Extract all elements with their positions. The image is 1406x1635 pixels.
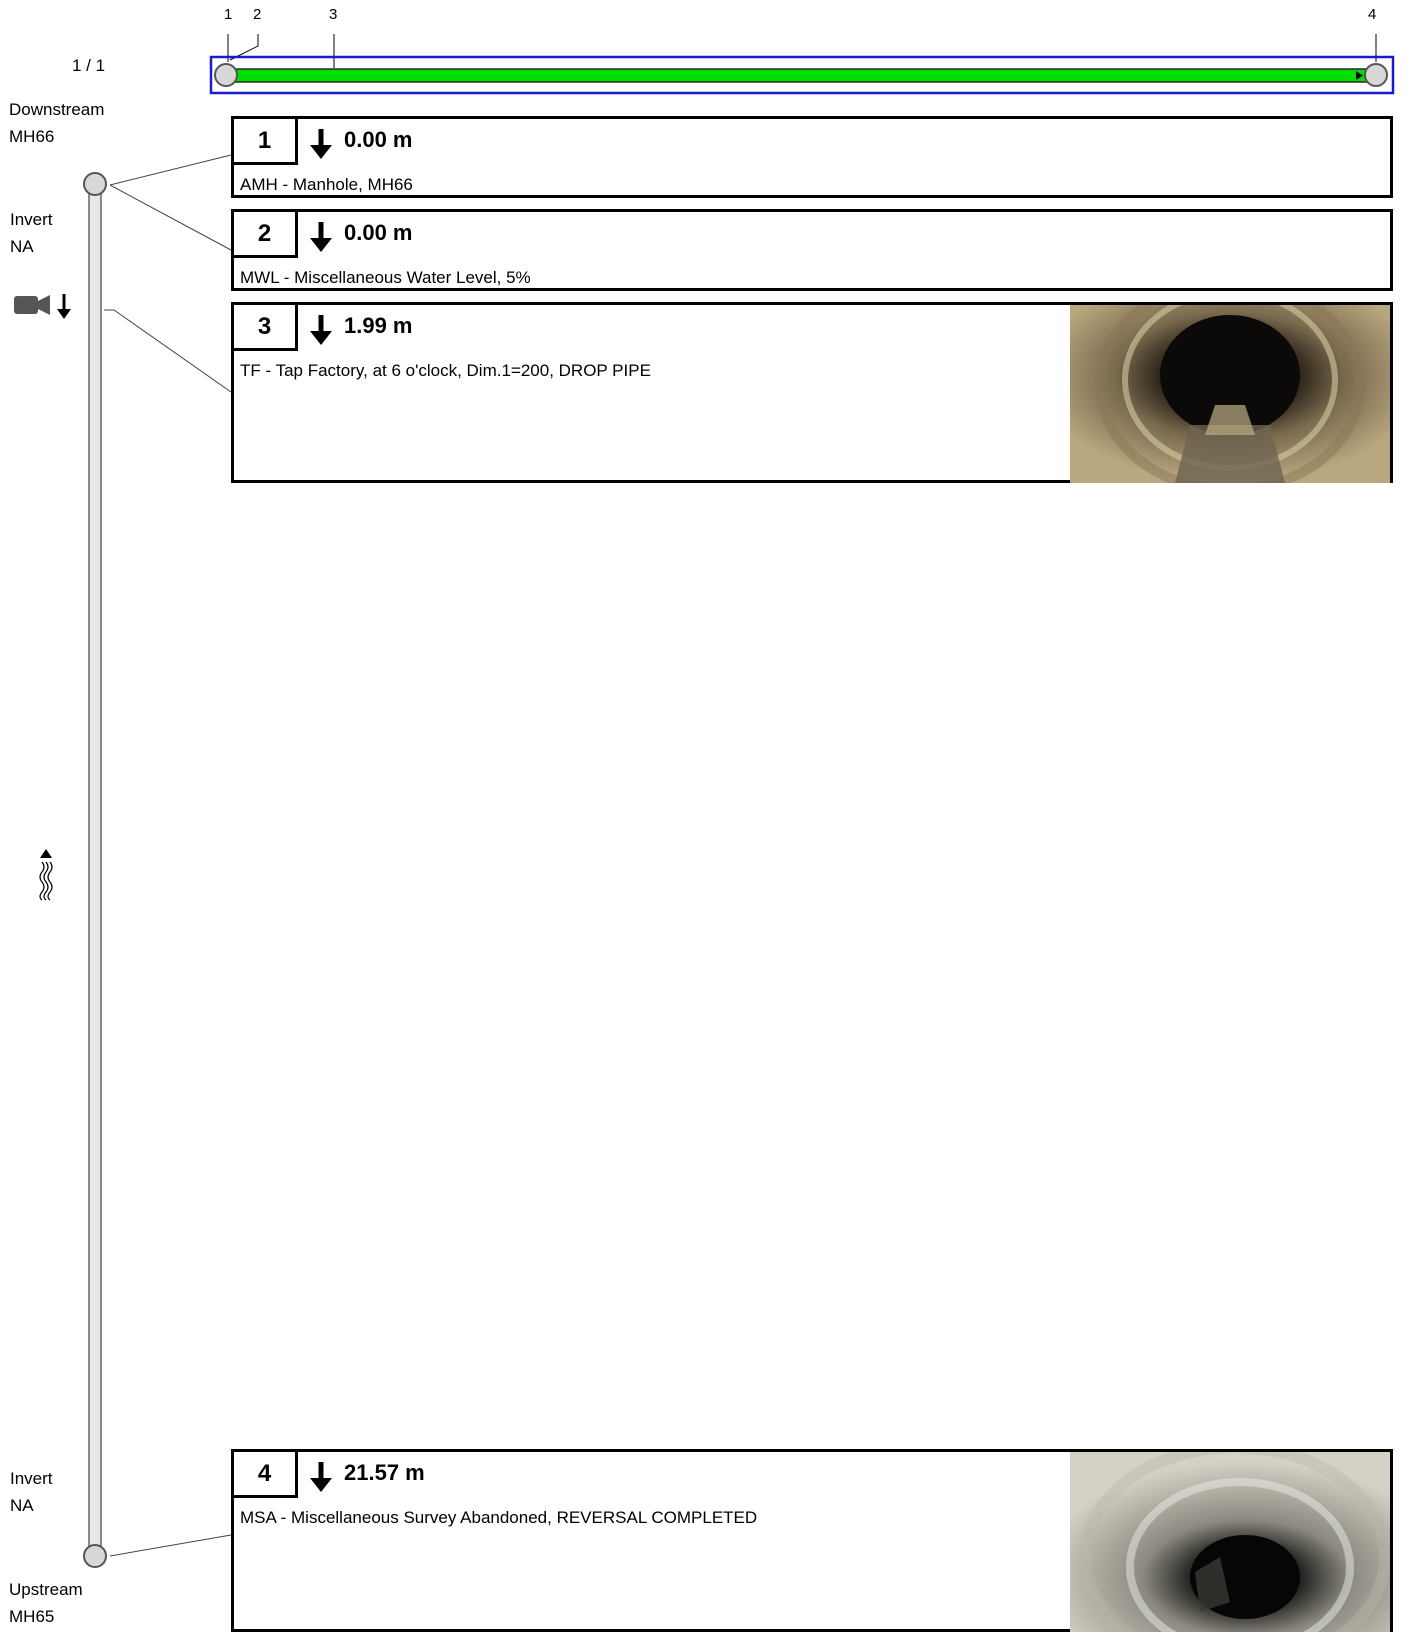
overview-pipe [227,68,1377,83]
node-downstream [83,172,107,196]
observation-card-2[interactable]: 2 0.00 m MWL - Miscellaneous Water Level… [231,209,1393,291]
observation-description: MWL - Miscellaneous Water Level, 5% [240,268,531,287]
observation-distance: 1.99 m [344,313,413,338]
leader-line-3 [104,309,232,393]
observation-distance: 0.00 m [344,127,413,152]
observation-card-1[interactable]: 1 0.00 m AMH - Manhole, MH66 [231,116,1393,198]
down-arrow-icon [310,1462,332,1492]
down-arrow-icon [310,129,332,159]
observation-photo[interactable] [1070,1452,1390,1632]
leader-line-1 [109,154,232,186]
pipe-diagram [83,154,232,1568]
observation-number: 4 [234,1452,298,1498]
observation-number: 2 [234,212,298,258]
node-upstream [83,1544,107,1568]
observation-photo[interactable] [1070,305,1390,483]
vertical-pipe [88,183,102,1557]
observation-card-4[interactable]: 4 21.57 m MSA - Miscellaneous Survey Aba… [231,1449,1393,1632]
observation-distance: 0.00 m [344,220,413,245]
observation-card-3[interactable]: 3 1.99 m TF - Tap Factory, at 6 o'clock,… [231,302,1393,483]
leader-line-4 [109,1534,232,1557]
down-arrow-icon [310,315,332,345]
observation-distance: 21.57 m [344,1460,425,1485]
observation-description: TF - Tap Factory, at 6 o'clock, Dim.1=20… [240,361,651,380]
leader-line-2 [109,184,232,251]
observation-description: MSA - Miscellaneous Survey Abandoned, RE… [240,1508,758,1527]
overview-node-upstream [1364,63,1388,87]
observation-description: AMH - Manhole, MH66 [240,175,413,194]
observation-number: 3 [234,305,298,351]
observation-number: 1 [234,119,298,165]
down-arrow-icon [310,222,332,252]
